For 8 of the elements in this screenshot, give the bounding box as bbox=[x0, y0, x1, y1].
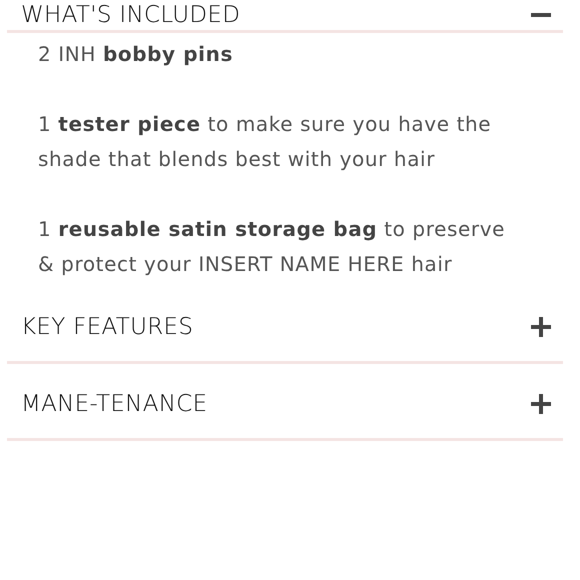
included-item: 2 INH bobby pins bbox=[38, 41, 234, 68]
section-title[interactable]: WHAT'S INCLUDED bbox=[21, 2, 240, 28]
section-title[interactable]: MANE-TENANCE bbox=[21, 391, 208, 417]
plus-icon[interactable] bbox=[531, 394, 551, 414]
section-title[interactable]: KEY FEATURES bbox=[21, 314, 194, 340]
included-item: 1 tester piece to make sure you have the shade that blends best with your hair bbox=[38, 111, 492, 173]
plus-icon[interactable] bbox=[531, 317, 551, 337]
included-item: 1 reusable satin storage bag to preserve & protect your INSERT NAME HERE hair bbox=[38, 216, 506, 278]
